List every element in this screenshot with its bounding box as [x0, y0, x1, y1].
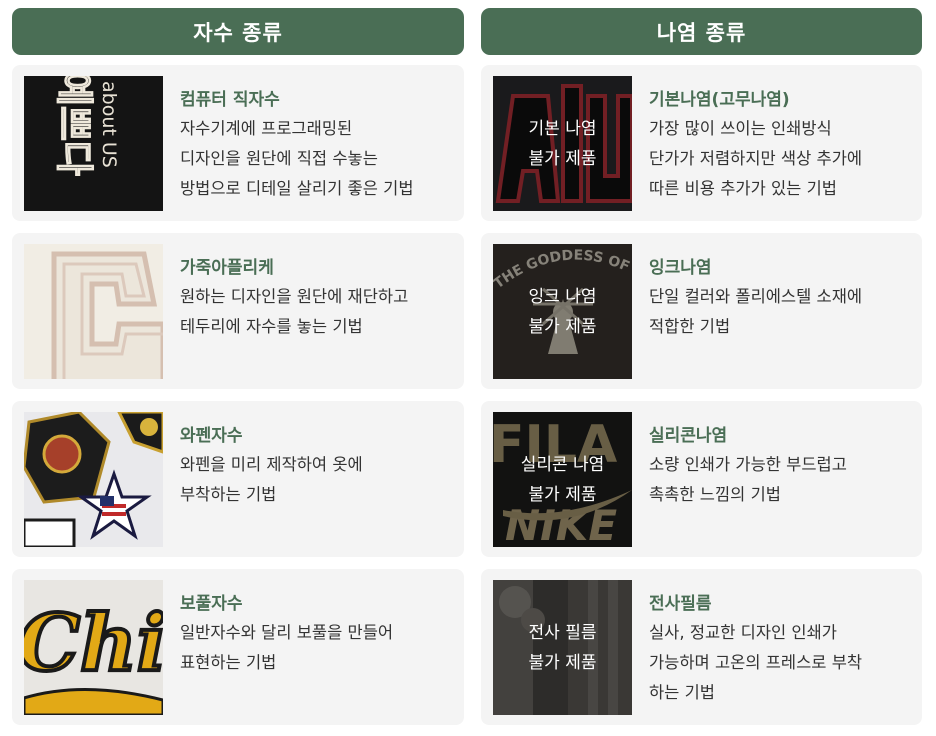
silicone-print-image: FILA NIKE 실리콘 나염 불가 제품	[493, 412, 632, 547]
card-leather-applique: 가죽아플리케 원하는 디자인을 원단에 재단하고 테두리에 자수를 놓는 기법	[12, 233, 464, 389]
ink-print-image: THE GODDESS OF VICTORY 잉크 나염 불가 제품	[493, 244, 632, 379]
card-ink-print: THE GODDESS OF VICTORY 잉크 나염 불가 제품 잉크나염 …	[481, 233, 922, 389]
embroidery-text-image: about US 예쁘다	[24, 76, 163, 211]
card-title: 잉크나염	[649, 258, 712, 278]
embroidery-column: 자수 종류 about US 예쁘다 컴퓨터 직자수 자수기계에 프로그래밍된 …	[12, 8, 464, 725]
rubber-print-image: 기본 나염 불가 제품	[493, 76, 632, 211]
card-silicone-print: FILA NIKE 실리콘 나염 불가 제품 실리콘나염 소량 인쇄가 가능한 …	[481, 401, 922, 557]
chenille-script-text: Chi	[24, 598, 163, 689]
unavailable-overlay: 전사 필름 불가 제품	[493, 580, 632, 715]
card-title: 컴퓨터 직자수	[180, 90, 280, 110]
card-description: 단일 컬러와 폴리에스텔 소재에 적합한 기법	[649, 287, 863, 336]
about-us-text: about US	[98, 81, 120, 168]
card-description: 와펜을 미리 제작하여 옷에 부착하는 기법	[180, 455, 363, 504]
unavailable-overlay: 기본 나염 불가 제품	[493, 76, 632, 211]
unavailable-overlay: 잉크 나염 불가 제품	[493, 244, 632, 379]
card-description: 소량 인쇄가 가능한 부드럽고 촉촉한 느낌의 기법	[649, 455, 847, 504]
card-rubber-print: 기본 나염 불가 제품 기본나염(고무나염) 가장 많이 쓰이는 인쇄방식 단가…	[481, 65, 922, 221]
card-title: 보풀자수	[180, 594, 243, 614]
card-title: 가죽아플리케	[180, 258, 274, 278]
printing-column: 나염 종류 기본 나염 불가 제품 기본나염(고무나염) 가장 많이 쓰이는 인…	[481, 8, 922, 725]
card-title: 실리콘나염	[649, 426, 728, 446]
embroidery-header: 자수 종류	[12, 8, 464, 55]
leather-applique-image	[24, 244, 163, 379]
transfer-film-image: 전사 필름 불가 제품	[493, 580, 632, 715]
card-transfer-film: 전사 필름 불가 제품 전사필름 실사, 정교한 디자인 인쇄가 가능하며 고온…	[481, 569, 922, 725]
card-title: 전사필름	[649, 594, 712, 614]
card-title: 와펜자수	[180, 426, 243, 446]
card-computer-embroidery: about US 예쁘다 컴퓨터 직자수 자수기계에 프로그래밍된 디자인을 원…	[12, 65, 464, 221]
card-description: 일반자수와 달리 보풀을 만들어 표현하는 기법	[180, 623, 394, 672]
card-chenille-embroidery: Chi 보풀자수 일반자수와 달리 보풀을 만들어 표현하는 기법	[12, 569, 464, 725]
chenille-embroidery-image: Chi	[24, 580, 163, 715]
unavailable-overlay: 실리콘 나염 불가 제품	[493, 412, 632, 547]
printing-header: 나염 종류	[481, 8, 922, 55]
card-patch-embroidery: 와펜자수 와펜을 미리 제작하여 옷에 부착하는 기법	[12, 401, 464, 557]
card-description: 자수기계에 프로그래밍된 디자인을 원단에 직접 수놓는 방법으로 디테일 살리…	[180, 119, 414, 198]
patch-embroidery-image	[24, 412, 163, 547]
card-description: 가장 많이 쓰이는 인쇄방식 단가가 저렴하지만 색상 추가에 따른 비용 추가…	[649, 119, 863, 198]
card-description: 원하는 디자인을 원단에 재단하고 테두리에 자수를 놓는 기법	[180, 287, 409, 336]
card-description: 실사, 정교한 디자인 인쇄가 가능하며 고온의 프레스로 부착 하는 기법	[649, 623, 863, 702]
card-title: 기본나염(고무나염)	[649, 90, 790, 110]
yeppeuda-text: 예쁘다	[52, 76, 96, 176]
